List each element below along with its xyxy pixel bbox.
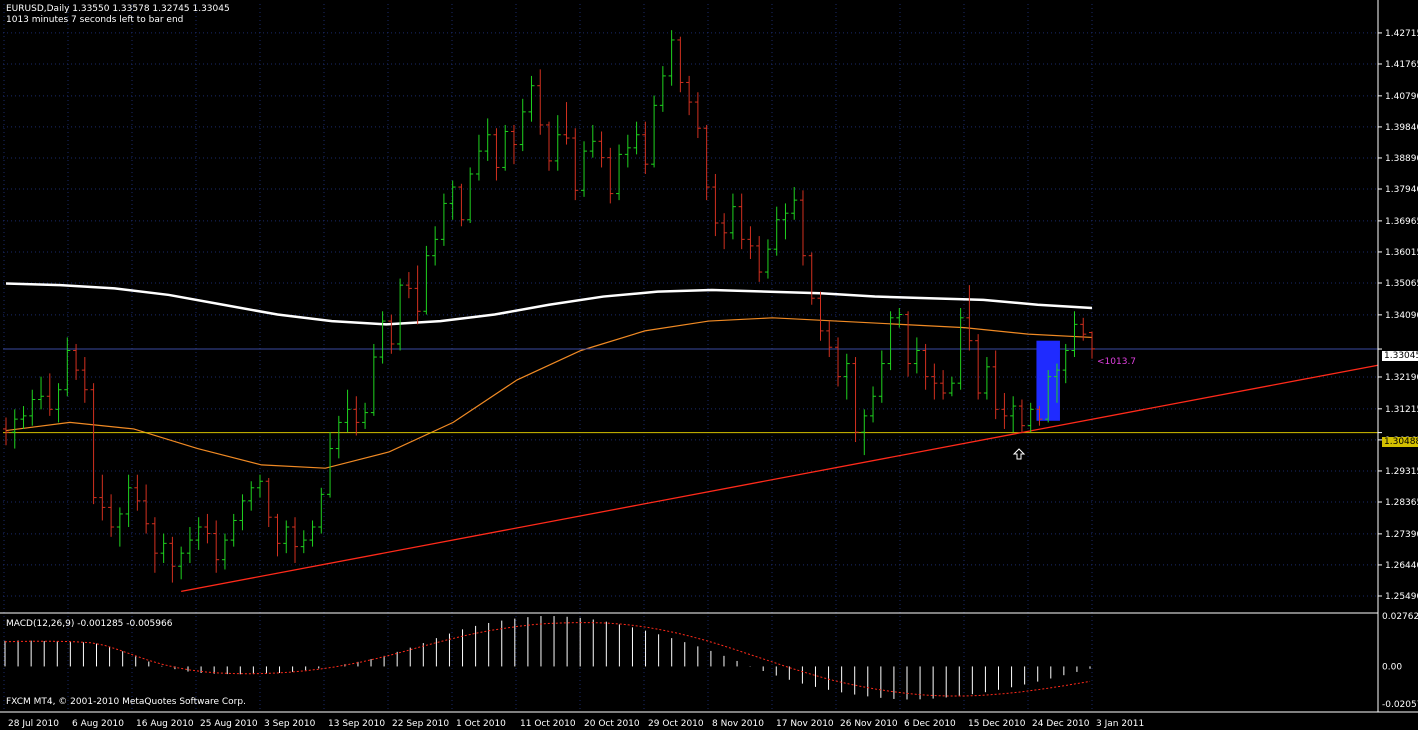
y-tick-label: 1.35065 — [1385, 279, 1418, 289]
macd-y-tick-label: 0.00 — [1382, 662, 1402, 672]
x-tick-label: 24 Dec 2010 — [1032, 719, 1090, 729]
y-tick-label: 1.36015 — [1385, 248, 1418, 258]
x-tick-label: 15 Dec 2010 — [968, 719, 1026, 729]
y-tick-label: 1.37940 — [1385, 185, 1418, 195]
symbol-header: EURUSD,Daily 1.33550 1.33578 1.32745 1.3… — [6, 4, 230, 14]
y-tick-label: 1.32190 — [1385, 373, 1418, 383]
macd-y-tick-label: 0.02762 — [1382, 612, 1418, 622]
y-tick-label: 1.31215 — [1385, 405, 1418, 415]
x-tick-label: 28 Jul 2010 — [8, 719, 59, 729]
x-tick-label: 26 Nov 2010 — [840, 719, 898, 729]
y-tick-label: 1.26440 — [1385, 561, 1418, 571]
y-tick-label: 1.36965 — [1385, 217, 1418, 227]
current-price-tag: 1.33045 — [1382, 351, 1418, 361]
x-tick-label: 3 Sep 2010 — [264, 719, 316, 729]
price-chart[interactable]: 28 Jul 2010 6 Aug 2010 16 Aug 2010 25 Aug 2… — [0, 0, 1418, 730]
countdown-label: <1013.7 — [1097, 357, 1137, 367]
macd-y-tick-label: -0.02057 — [1382, 700, 1418, 710]
y-tick-label: 1.27390 — [1385, 530, 1418, 540]
x-tick-label: 8 Nov 2010 — [712, 719, 764, 729]
y-tick-label: 1.34090 — [1385, 311, 1418, 321]
copyright-label: FXCM MT4, © 2001-2010 MetaQuotes Softwar… — [6, 697, 246, 707]
x-tick-label: 3 Jan 2011 — [1096, 719, 1144, 729]
y-tick-label: 1.40790 — [1385, 92, 1418, 102]
x-tick-label: 25 Aug 2010 — [200, 719, 258, 729]
timer-header: 1013 minutes 7 seconds left to bar end — [6, 15, 184, 25]
x-tick-label: 20 Oct 2010 — [584, 719, 640, 729]
x-tick-label: 16 Aug 2010 — [136, 719, 194, 729]
y-tick-label: 1.29315 — [1385, 467, 1418, 477]
x-tick-label: 22 Sep 2010 — [392, 719, 449, 729]
level-price-tag: 1.30488 — [1382, 437, 1418, 447]
y-tick-label: 1.38890 — [1385, 154, 1418, 164]
y-tick-label: 1.42715 — [1385, 29, 1418, 39]
macd-label: MACD(12,26,9) -0.001285 -0.005966 — [6, 619, 173, 629]
y-tick-label: 1.28365 — [1385, 498, 1418, 508]
x-tick-label: 29 Oct 2010 — [648, 719, 704, 729]
y-tick-label: 1.25490 — [1385, 592, 1418, 602]
x-tick-label: 6 Dec 2010 — [904, 719, 956, 729]
x-tick-label: 6 Aug 2010 — [72, 719, 124, 729]
y-tick-label: 1.39840 — [1385, 123, 1418, 133]
y-tick-label: 1.41765 — [1385, 60, 1418, 70]
x-tick-label: 1 Oct 2010 — [456, 719, 506, 729]
x-tick-label: 13 Sep 2010 — [328, 719, 385, 729]
x-tick-label: 17 Nov 2010 — [776, 719, 834, 729]
x-tick-label: 11 Oct 2010 — [520, 719, 576, 729]
